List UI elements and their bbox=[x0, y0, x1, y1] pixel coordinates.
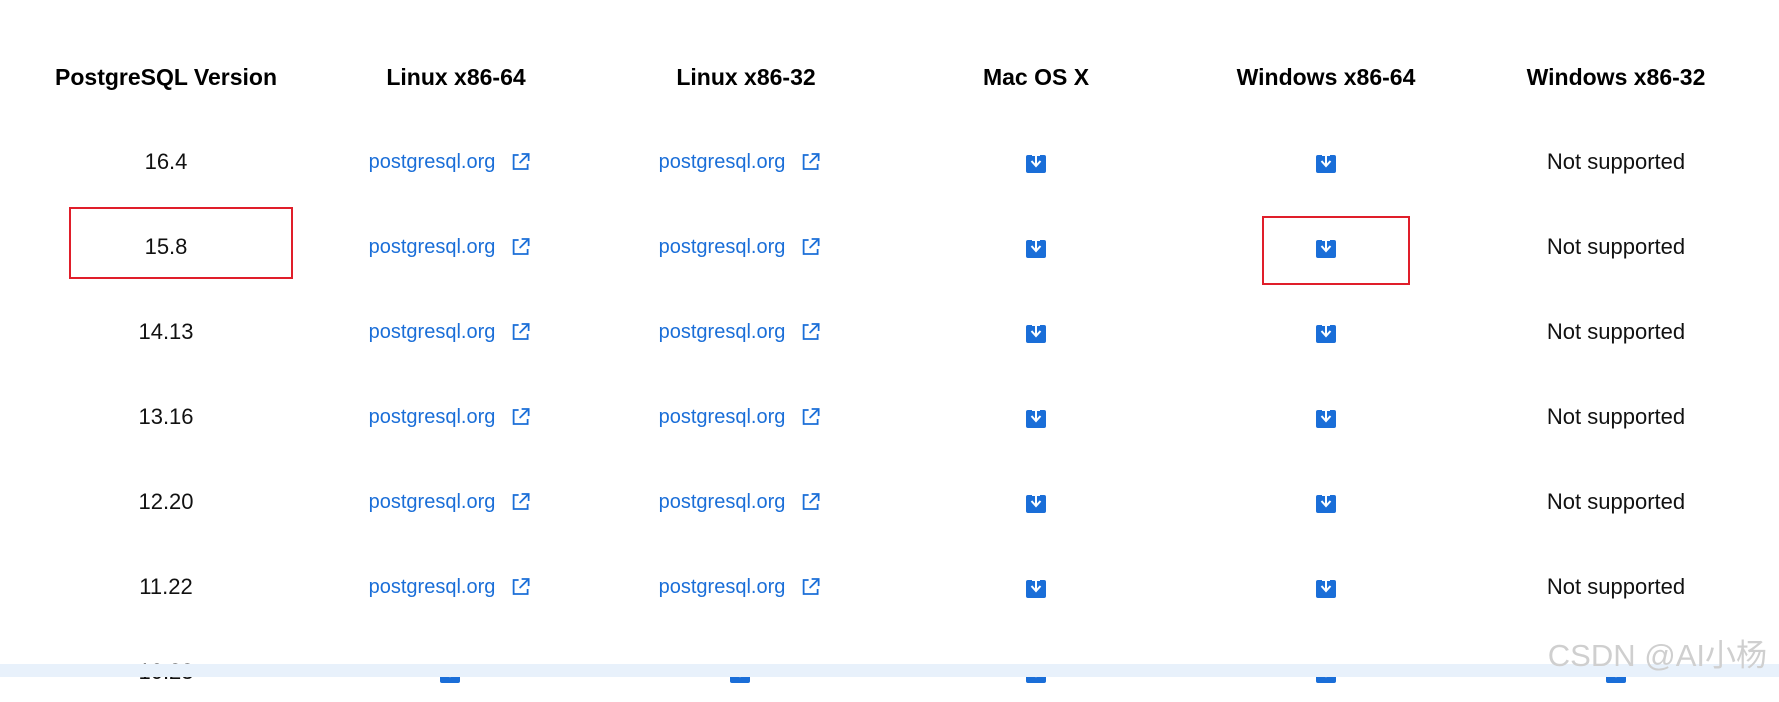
postgresql-org-link[interactable]: postgresql.org bbox=[369, 236, 532, 259]
not-supported-text: Not supported bbox=[1546, 319, 1686, 344]
postgresql-org-link[interactable]: postgresql.org bbox=[659, 151, 822, 174]
not-supported-text: Not supported bbox=[1546, 404, 1686, 429]
link-text: postgresql.org bbox=[368, 235, 496, 258]
postgresql-org-link[interactable]: postgresql.org bbox=[369, 406, 532, 429]
watermark: CSDN @AI小杨 bbox=[1547, 638, 1767, 673]
header-windows-x86-32: Windows x86-32 bbox=[1526, 63, 1706, 90]
external-link-icon bbox=[509, 491, 531, 513]
link-text: postgresql.org bbox=[368, 490, 496, 513]
download-cell bbox=[1025, 302, 1047, 362]
external-link-icon bbox=[799, 236, 821, 258]
external-link-icon bbox=[509, 576, 531, 598]
link-text: postgresql.org bbox=[658, 405, 786, 428]
external-link-icon bbox=[509, 321, 531, 343]
table-row: 13.16 postgresql.org postgresql.org Not sup… bbox=[0, 387, 1779, 447]
external-link-icon bbox=[799, 406, 821, 428]
download-link-cell: postgresql.org bbox=[369, 302, 532, 362]
link-text: postgresql.org bbox=[658, 150, 786, 173]
table-row: 12.20 postgresql.org postgresql.org Not sup… bbox=[0, 472, 1779, 532]
link-text: postgresql.org bbox=[658, 575, 786, 598]
header-postgresql-version: PostgreSQL Version bbox=[55, 63, 277, 90]
table-header-row: PostgreSQL Version Linux x86-64 Linux x8… bbox=[0, 47, 1779, 107]
bottom-bar bbox=[0, 664, 1779, 677]
version-cell: 14.13 bbox=[138, 319, 194, 344]
version-cell: 12.20 bbox=[138, 489, 194, 514]
external-link-icon bbox=[509, 151, 531, 173]
link-text: postgresql.org bbox=[658, 320, 786, 343]
download-icon[interactable] bbox=[1315, 150, 1337, 174]
link-text: postgresql.org bbox=[368, 150, 496, 173]
download-link-cell: postgresql.org bbox=[369, 217, 532, 277]
download-link-cell: postgresql.org bbox=[659, 302, 822, 362]
download-icon[interactable] bbox=[1025, 490, 1047, 514]
download-cell bbox=[1315, 472, 1337, 532]
not-supported-text: Not supported bbox=[1546, 574, 1686, 599]
postgresql-org-link[interactable]: postgresql.org bbox=[659, 576, 822, 599]
download-link-cell: postgresql.org bbox=[369, 472, 532, 532]
external-link-icon bbox=[509, 406, 531, 428]
download-cell bbox=[1315, 557, 1337, 617]
external-link-icon bbox=[799, 321, 821, 343]
download-icon[interactable] bbox=[1315, 405, 1337, 429]
download-icon[interactable] bbox=[1315, 575, 1337, 599]
link-text: postgresql.org bbox=[658, 490, 786, 513]
header-windows-x86-64: Windows x86-64 bbox=[1236, 63, 1416, 90]
download-icon[interactable] bbox=[1025, 405, 1047, 429]
download-link-cell: postgresql.org bbox=[659, 387, 822, 447]
download-cell bbox=[1315, 302, 1337, 362]
download-link-cell: postgresql.org bbox=[369, 387, 532, 447]
download-cell bbox=[1315, 387, 1337, 447]
version-cell: 16.4 bbox=[144, 149, 188, 174]
version-cell: 11.22 bbox=[139, 574, 193, 599]
not-supported-text: Not supported bbox=[1546, 149, 1686, 174]
postgresql-org-link[interactable]: postgresql.org bbox=[659, 236, 822, 259]
link-text: postgresql.org bbox=[368, 405, 496, 428]
download-link-cell: postgresql.org bbox=[369, 132, 532, 192]
table-row: 11.22 postgresql.org postgresql.org Not sup… bbox=[0, 557, 1779, 617]
download-link-cell: postgresql.org bbox=[659, 557, 822, 617]
header-linux-x86-32: Linux x86-32 bbox=[676, 63, 816, 90]
link-text: postgresql.org bbox=[368, 575, 496, 598]
highlight-box-version-15-8 bbox=[69, 207, 293, 279]
postgresql-org-link[interactable]: postgresql.org bbox=[369, 321, 532, 344]
not-supported-text: Not supported bbox=[1546, 234, 1686, 259]
header-linux-x86-64: Linux x86-64 bbox=[386, 63, 526, 90]
postgresql-org-link[interactable]: postgresql.org bbox=[369, 491, 532, 514]
download-link-cell: postgresql.org bbox=[659, 217, 822, 277]
download-icon[interactable] bbox=[1315, 490, 1337, 514]
postgresql-org-link[interactable]: postgresql.org bbox=[369, 576, 532, 599]
download-icon[interactable] bbox=[1025, 235, 1047, 259]
external-link-icon bbox=[799, 151, 821, 173]
download-link-cell: postgresql.org bbox=[659, 132, 822, 192]
download-cell bbox=[1025, 217, 1047, 277]
download-icon[interactable] bbox=[1025, 575, 1047, 599]
table-row: 16.4 postgresql.org postgresql.org Not supp… bbox=[0, 132, 1779, 192]
download-cell bbox=[1025, 557, 1047, 617]
link-text: postgresql.org bbox=[368, 320, 496, 343]
download-link-cell: postgresql.org bbox=[659, 472, 822, 532]
download-icon[interactable] bbox=[1025, 320, 1047, 344]
download-link-cell: postgresql.org bbox=[369, 557, 532, 617]
download-cell bbox=[1315, 132, 1337, 192]
external-link-icon bbox=[509, 236, 531, 258]
download-cell bbox=[1025, 472, 1047, 532]
postgresql-org-link[interactable]: postgresql.org bbox=[659, 491, 822, 514]
version-cell: 13.16 bbox=[138, 404, 194, 429]
header-mac-os-x: Mac OS X bbox=[982, 63, 1090, 90]
download-cell bbox=[1025, 132, 1047, 192]
postgresql-org-link[interactable]: postgresql.org bbox=[659, 321, 822, 344]
external-link-icon bbox=[799, 576, 821, 598]
postgresql-org-link[interactable]: postgresql.org bbox=[369, 151, 532, 174]
download-icon[interactable] bbox=[1315, 320, 1337, 344]
table-row: 14.13 postgresql.org postgresql.org Not sup… bbox=[0, 302, 1779, 362]
download-cell bbox=[1025, 387, 1047, 447]
link-text: postgresql.org bbox=[658, 235, 786, 258]
download-icon[interactable] bbox=[1025, 150, 1047, 174]
postgresql-org-link[interactable]: postgresql.org bbox=[659, 406, 822, 429]
not-supported-text: Not supported bbox=[1546, 489, 1686, 514]
highlight-box-windows-x86-64-download bbox=[1262, 216, 1410, 285]
external-link-icon bbox=[799, 491, 821, 513]
